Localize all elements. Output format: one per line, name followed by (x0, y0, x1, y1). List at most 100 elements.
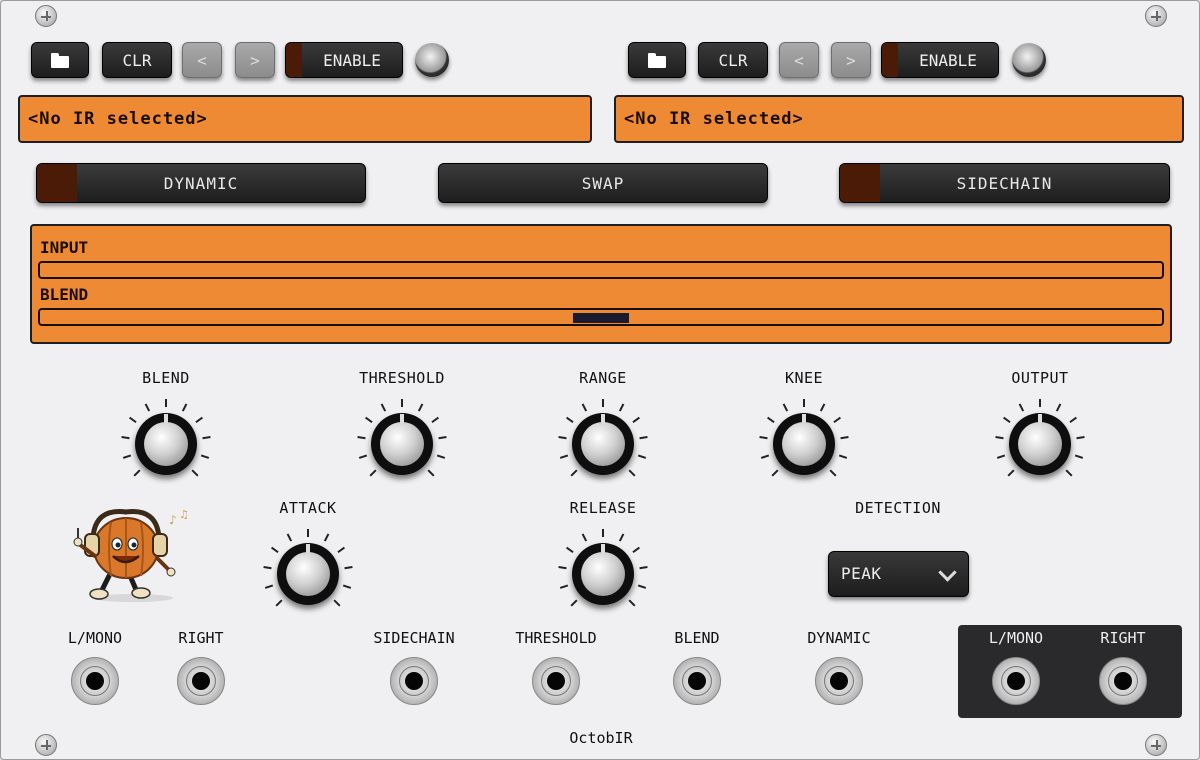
knob-body (1009, 413, 1071, 475)
knob-scale-tick (365, 416, 373, 424)
knob-scale-tick (639, 565, 648, 570)
knob-scale-tick (632, 416, 640, 424)
release-knob[interactable] (558, 529, 648, 619)
knob-scale-tick (271, 546, 279, 554)
detection-label: DETECTION (855, 499, 941, 517)
threshold-cv-label: THRESHOLD (515, 629, 597, 647)
threshold-cv-jack[interactable] (532, 657, 580, 705)
knob-scale-tick (1074, 454, 1084, 459)
release-knob-label: RELEASE (569, 499, 637, 517)
output-knob[interactable] (995, 399, 1085, 489)
knob-scale-tick (782, 403, 789, 412)
threshold-knob[interactable] (357, 399, 447, 489)
knob-cap (144, 422, 188, 466)
knob-scale-tick (333, 599, 341, 607)
right-next-ir-button[interactable]: > (831, 42, 871, 78)
right-ir-display: <No IR selected> (614, 95, 1184, 143)
blend-knob-label: BLEND (142, 369, 190, 387)
knob-scale-tick (438, 435, 447, 440)
right-prev-ir-button[interactable]: < (779, 42, 819, 78)
knob-scale-tick (838, 454, 848, 459)
blend-position-marker (573, 313, 629, 323)
knob-scale-tick (357, 435, 366, 440)
dynamic-cv-jack[interactable] (815, 657, 863, 705)
knob-scale-tick (1003, 416, 1011, 424)
left-clear-button[interactable]: CLR (102, 42, 172, 78)
knob-indicator (601, 414, 605, 423)
sidechain-mode-led (840, 164, 880, 202)
knob-scale-tick (133, 469, 141, 477)
detection-dropdown[interactable]: PEAK (828, 551, 969, 597)
chevron-down-icon (938, 563, 957, 582)
knob-scale-tick (995, 435, 1004, 440)
knob-scale-tick (559, 454, 569, 459)
knob-scale-tick (628, 599, 636, 607)
knob-scale-tick (558, 565, 567, 570)
input-right-jack[interactable] (177, 657, 225, 705)
left-next-ir-button[interactable]: > (235, 42, 275, 78)
input-meter-label: INPUT (40, 238, 89, 257)
knob-indicator (164, 414, 168, 423)
left-enable-button[interactable]: ENABLE (285, 42, 403, 78)
input-meter-bar (38, 261, 1164, 279)
right-enable-button[interactable]: ENABLE (881, 42, 999, 78)
knob-scale-tick (342, 584, 352, 589)
knob-scale-tick (602, 529, 604, 537)
knob-scale-tick (833, 416, 841, 424)
knob-cap (581, 422, 625, 466)
right-ir-gain-knob[interactable] (1012, 43, 1046, 77)
knob-scale-tick (803, 399, 805, 407)
swap-button[interactable]: SWAP (438, 163, 768, 203)
knob-scale-tick (436, 454, 446, 459)
attack-knob[interactable] (263, 529, 353, 619)
knob-scale-tick (566, 416, 574, 424)
knob-body (135, 413, 197, 475)
right-load-ir-button[interactable] (628, 42, 686, 78)
output-left-jack[interactable] (992, 657, 1040, 705)
brand-name: OctobIR (569, 729, 633, 747)
blend-knob[interactable] (121, 399, 211, 489)
knob-scale-tick (369, 469, 377, 477)
knob-indicator (802, 414, 806, 423)
knob-scale-tick (602, 399, 604, 407)
sidechain-cv-jack[interactable] (390, 657, 438, 705)
output-right-jack[interactable] (1099, 657, 1147, 705)
left-load-ir-button[interactable] (31, 42, 89, 78)
knob-body (371, 413, 433, 475)
knob-body (773, 413, 835, 475)
swap-label: SWAP (581, 173, 625, 193)
knob-indicator (601, 544, 605, 553)
knob-indicator (400, 414, 404, 423)
knob-body (572, 543, 634, 605)
meter-display: INPUT BLEND (30, 224, 1172, 344)
knob-scale-tick (380, 403, 387, 412)
left-ir-gain-knob[interactable] (415, 43, 449, 77)
knob-scale-tick (637, 584, 647, 589)
right-clear-button[interactable]: CLR (698, 42, 768, 78)
knob-scale-tick (759, 435, 768, 440)
knob-scale-tick (632, 546, 640, 554)
sidechain-mode-button[interactable]: SIDECHAIN (839, 163, 1170, 203)
screw-icon (1145, 5, 1167, 27)
knob-scale-tick (581, 533, 588, 542)
knob-scale-tick (144, 403, 151, 412)
knee-knob[interactable] (759, 399, 849, 489)
knob-scale-tick (840, 435, 849, 440)
dynamic-cv-label: DYNAMIC (807, 629, 871, 647)
knob-scale-tick (337, 546, 345, 554)
knob-scale-tick (996, 454, 1006, 459)
knob-scale-tick (427, 469, 435, 477)
svg-text:♫: ♫ (179, 508, 189, 521)
left-prev-ir-button[interactable]: < (182, 42, 222, 78)
dynamic-mode-led (37, 164, 77, 202)
knob-scale-tick (344, 565, 353, 570)
input-left-jack[interactable] (71, 657, 119, 705)
output-knob-label: OUTPUT (1011, 369, 1069, 387)
dynamic-mode-button[interactable]: DYNAMIC (36, 163, 366, 203)
knob-scale-tick (628, 469, 636, 477)
knob-cap (380, 422, 424, 466)
blend-cv-jack[interactable] (673, 657, 721, 705)
knob-scale-tick (559, 584, 569, 589)
range-knob[interactable] (558, 399, 648, 489)
knob-indicator (1038, 414, 1042, 423)
